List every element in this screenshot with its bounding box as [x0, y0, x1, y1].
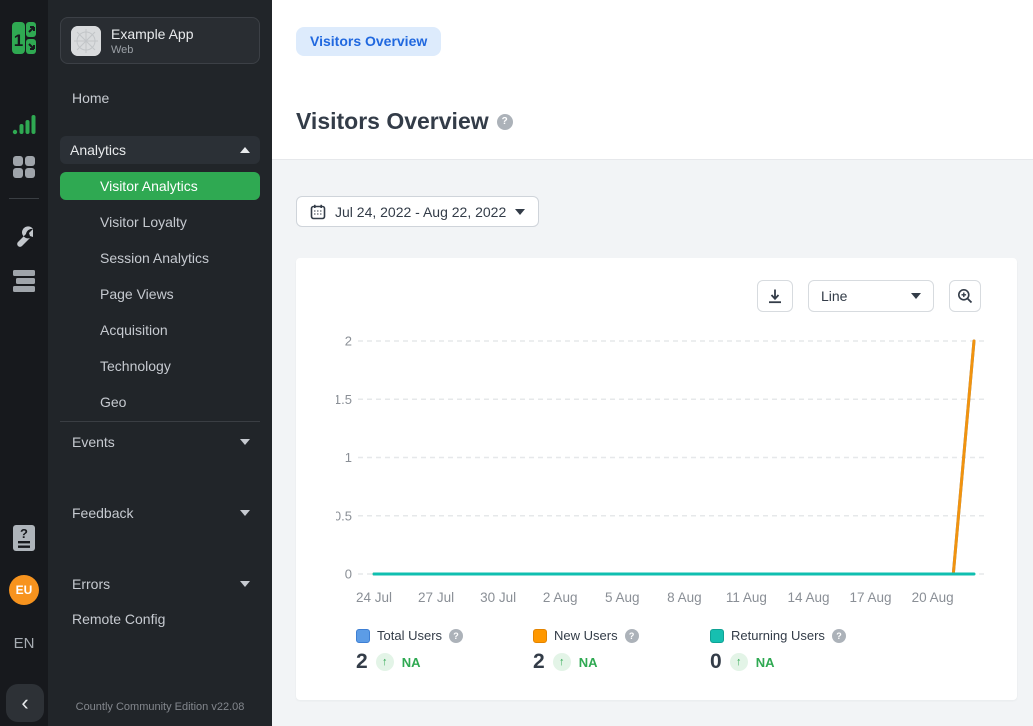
svg-text:0.5: 0.5: [336, 508, 352, 523]
trend-change: NA: [402, 655, 421, 670]
app-name: Example App: [111, 26, 194, 42]
svg-text:?: ?: [20, 526, 28, 541]
help-icon[interactable]: ?: [832, 629, 846, 643]
legend-item-new-users: New Users ? 2 ↑ NA: [533, 628, 710, 674]
chevron-down-icon: [911, 293, 921, 299]
calendar-icon: [310, 204, 326, 220]
zoom-chart-button[interactable]: [949, 280, 981, 312]
visitors-chart-card: Line 0 0.5 1 1.5 2 24 Jul 27 Jul 30 Jul 2 Aug 5 A…: [296, 258, 1017, 700]
app-platform: Web: [111, 44, 194, 56]
collapse-sidebar-button[interactable]: ‹: [6, 684, 44, 722]
legend-value: 2: [356, 650, 368, 674]
top-band: Visitors Overview Visitors Overview ?: [272, 0, 1033, 160]
help-icon[interactable]: ?: [497, 114, 513, 130]
line-chart[interactable]: 0 0.5 1 1.5 2 24 Jul 27 Jul 30 Jul 2 Aug 5 Aug 8 A…: [336, 330, 1000, 620]
chevron-down-icon: [515, 209, 525, 215]
management-wrench-icon[interactable]: [0, 225, 48, 249]
sidebar-item-home[interactable]: Home: [48, 84, 272, 112]
app-placeholder-icon: [71, 26, 101, 56]
sidebar-item-session-analytics[interactable]: Session Analytics: [48, 244, 272, 272]
sidebar-group-label: Analytics: [70, 136, 126, 164]
sidebar-group-label: Feedback: [72, 499, 133, 527]
user-avatar[interactable]: EU: [9, 575, 39, 605]
icon-rail: 1 ?: [0, 0, 48, 726]
svg-text:14 Aug: 14 Aug: [787, 590, 829, 605]
legend-label: New Users: [554, 628, 618, 643]
svg-text:1.5: 1.5: [336, 392, 352, 407]
sidebar-menu: Example App Web Home Analytics Visitor A…: [48, 0, 272, 726]
legend-value: 0: [710, 650, 722, 674]
download-icon: [767, 288, 783, 304]
sidebar-item-remote-config[interactable]: Remote Config: [48, 605, 272, 633]
chart-type-select[interactable]: Line: [808, 280, 934, 312]
legend-item-returning-users: Returning Users ? 0 ↑ NA: [710, 628, 887, 674]
sidebar-item-page-views[interactable]: Page Views: [48, 280, 272, 308]
trend-change: NA: [756, 655, 775, 670]
rail-divider: [9, 198, 39, 199]
trend-change: NA: [579, 655, 598, 670]
svg-text:1: 1: [345, 450, 352, 465]
date-range-label: Jul 24, 2022 - Aug 22, 2022: [335, 204, 506, 220]
svg-text:2: 2: [345, 334, 352, 349]
legend-item-total-users: Total Users ? 2 ↑ NA: [356, 628, 533, 674]
chevron-left-icon: ‹: [21, 690, 28, 716]
help-icon[interactable]: ?: [625, 629, 639, 643]
new-users-swatch-icon: [533, 629, 547, 643]
svg-text:5 Aug: 5 Aug: [605, 590, 640, 605]
countly-logo: 1: [11, 20, 37, 58]
menu-divider: [60, 421, 260, 422]
trend-up-icon: ↑: [376, 653, 394, 671]
sidebar-group-label: Errors: [72, 570, 110, 598]
chevron-up-icon: [240, 147, 250, 153]
svg-text:1: 1: [14, 31, 23, 50]
svg-text:20 Aug: 20 Aug: [912, 590, 954, 605]
download-chart-button[interactable]: [757, 280, 793, 312]
sidebar-group-analytics[interactable]: Analytics: [60, 136, 260, 164]
legend-label: Total Users: [377, 628, 442, 643]
chart-type-value: Line: [821, 288, 847, 304]
chevron-down-icon: [240, 439, 250, 445]
tab-visitors-overview[interactable]: Visitors Overview: [296, 27, 441, 56]
legend-value: 2: [533, 650, 545, 674]
edition-version-label: Countly Community Edition v22.08: [48, 701, 272, 713]
sidebar-item-geo[interactable]: Geo: [48, 388, 272, 416]
svg-text:0: 0: [345, 567, 352, 582]
chart-toolbar: Line: [757, 280, 981, 312]
total-users-swatch-icon: [356, 629, 370, 643]
svg-text:17 Aug: 17 Aug: [850, 590, 892, 605]
sidebar-item-visitor-analytics[interactable]: Visitor Analytics: [60, 172, 260, 200]
report-manager-icon[interactable]: ?: [0, 524, 48, 552]
returning-users-swatch-icon: [710, 629, 724, 643]
chevron-down-icon: [240, 581, 250, 587]
svg-text:24 Jul: 24 Jul: [356, 590, 392, 605]
date-range-picker[interactable]: Jul 24, 2022 - Aug 22, 2022: [296, 196, 539, 227]
help-icon[interactable]: ?: [449, 629, 463, 643]
trend-up-icon: ↑: [553, 653, 571, 671]
sidebar-group-feedback[interactable]: Feedback: [60, 499, 260, 527]
data-stack-icon[interactable]: [0, 270, 48, 292]
plugins-grid-icon[interactable]: [0, 155, 48, 179]
chart-legend: Total Users ? 2 ↑ NA New Users ? 2 ↑: [356, 628, 887, 674]
sidebar-group-errors[interactable]: Errors: [60, 570, 260, 598]
svg-text:30 Jul: 30 Jul: [480, 590, 516, 605]
svg-text:2 Aug: 2 Aug: [543, 590, 578, 605]
sidebar-group-events[interactable]: Events: [60, 428, 260, 456]
svg-text:27 Jul: 27 Jul: [418, 590, 454, 605]
sidebar-item-technology[interactable]: Technology: [48, 352, 272, 380]
chevron-down-icon: [240, 510, 250, 516]
analytics-bars-icon[interactable]: [0, 112, 48, 136]
magnifier-plus-icon: [957, 288, 973, 304]
countly-logo-icon[interactable]: 1: [0, 20, 48, 58]
legend-label: Returning Users: [731, 628, 825, 643]
sidebar-item-acquisition[interactable]: Acquisition: [48, 316, 272, 344]
language-toggle[interactable]: EN: [0, 635, 48, 652]
sidebar-group-label: Events: [72, 428, 115, 456]
svg-text:8 Aug: 8 Aug: [667, 590, 702, 605]
trend-up-icon: ↑: [730, 653, 748, 671]
page-title: Visitors Overview: [296, 108, 489, 135]
svg-text:11 Aug: 11 Aug: [726, 590, 767, 605]
sidebar-item-visitor-loyalty[interactable]: Visitor Loyalty: [48, 208, 272, 236]
main-content: Visitors Overview Visitors Overview ? Ju…: [272, 0, 1033, 726]
app-selector[interactable]: Example App Web: [60, 17, 260, 64]
